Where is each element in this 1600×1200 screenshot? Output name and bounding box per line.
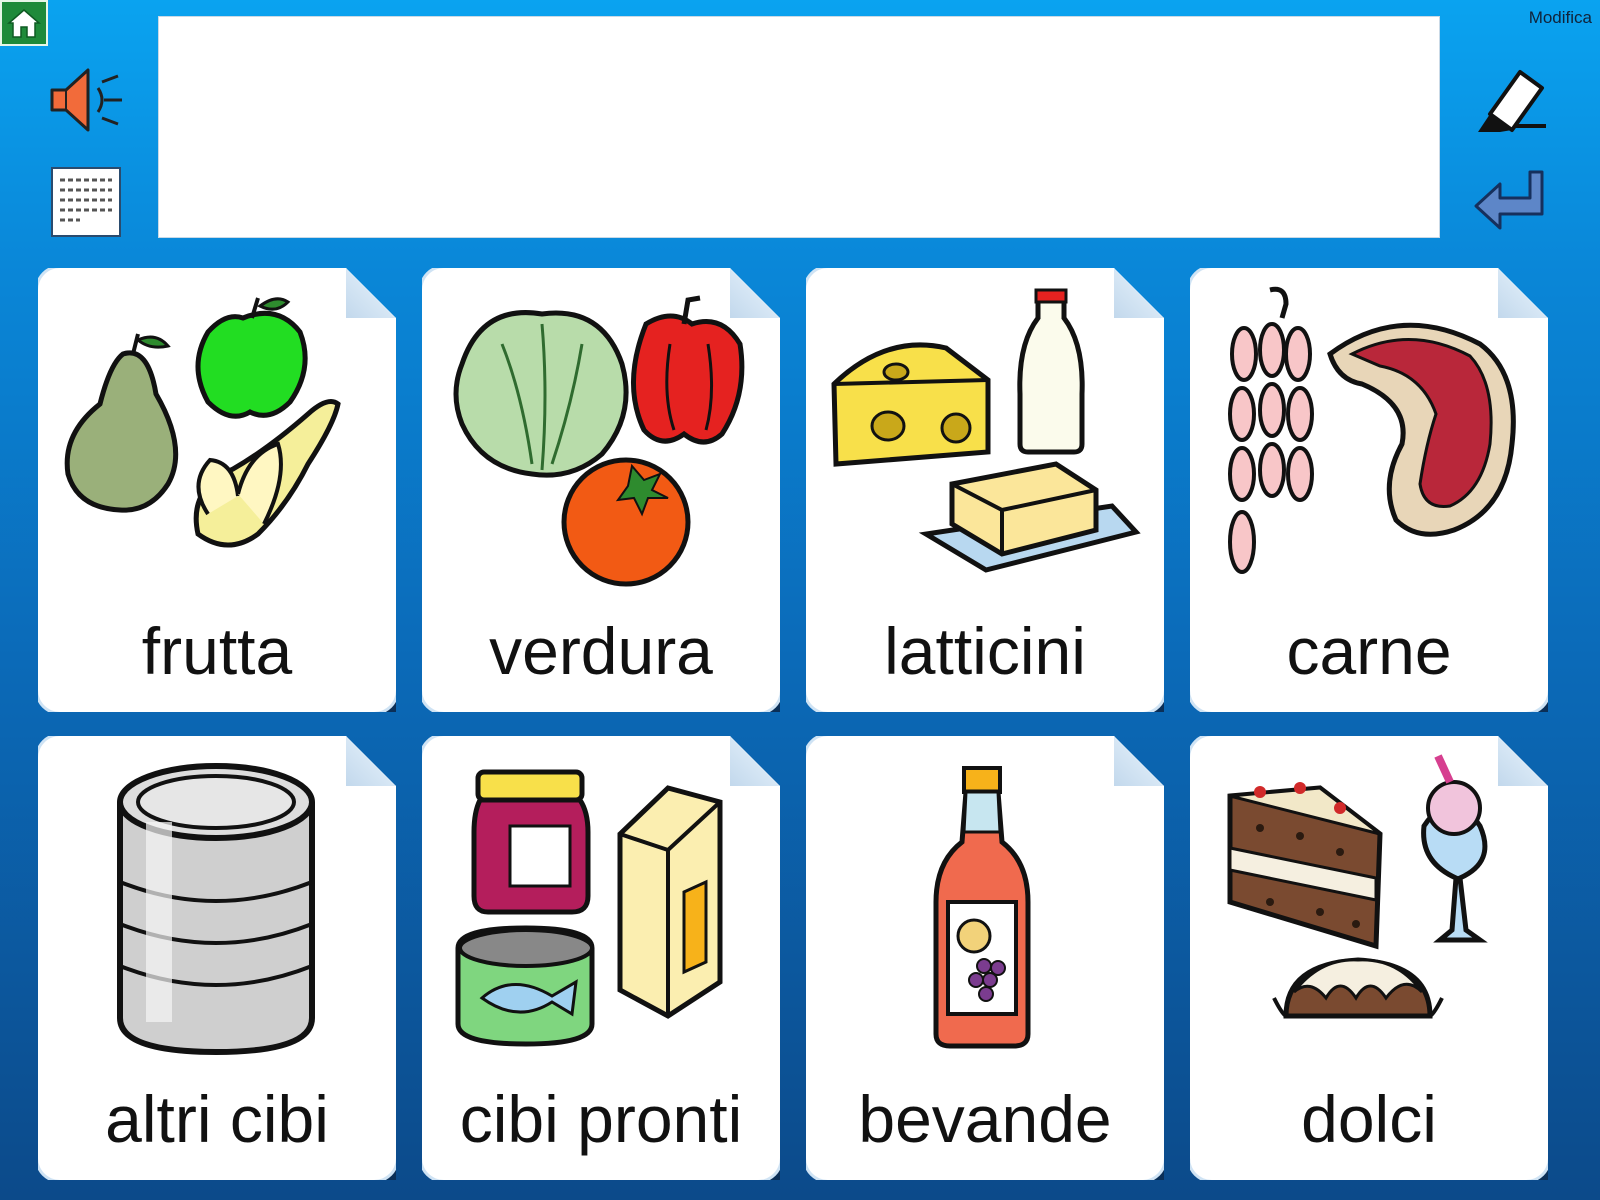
ready-food-icon [422, 752, 780, 1062]
speak-button[interactable] [46, 60, 126, 140]
home-button[interactable] [0, 0, 48, 46]
category-card-frutta[interactable]: frutta [38, 268, 396, 712]
return-arrow-icon [1474, 170, 1544, 230]
category-card-verdura[interactable]: verdura [422, 268, 780, 712]
category-label: verdura [489, 614, 713, 688]
eraser-icon [1478, 70, 1546, 132]
fruit-icon [38, 284, 396, 594]
keyboard-button[interactable] [50, 166, 122, 238]
edit-button[interactable]: Modifica [1529, 8, 1592, 28]
category-label: frutta [141, 614, 293, 688]
category-label: dolci [1301, 1082, 1437, 1156]
enter-button[interactable] [1472, 166, 1550, 238]
vegetables-icon [422, 284, 780, 594]
home-icon [7, 9, 41, 38]
category-card-altri-cibi[interactable]: altri cibi [38, 736, 396, 1180]
message-bar[interactable] [158, 16, 1440, 238]
category-label: bevande [858, 1082, 1112, 1156]
category-label: carne [1286, 614, 1452, 688]
keyboard-icon [51, 167, 121, 237]
sweets-icon [1190, 752, 1548, 1062]
category-card-cibi-pronti[interactable]: cibi pronti [422, 736, 780, 1180]
category-label: latticini [884, 614, 1086, 688]
category-card-bevande[interactable]: bevande [806, 736, 1164, 1180]
clear-button[interactable] [1472, 62, 1550, 140]
bottle-icon [806, 752, 1164, 1062]
can-icon [38, 752, 396, 1062]
category-label: altri cibi [105, 1082, 329, 1156]
speaker-icon [50, 68, 122, 132]
meat-icon [1190, 284, 1548, 594]
category-card-dolci[interactable]: dolci [1190, 736, 1548, 1180]
dairy-icon [806, 284, 1164, 594]
category-card-latticini[interactable]: latticini [806, 268, 1164, 712]
category-label: cibi pronti [459, 1082, 743, 1156]
category-card-carne[interactable]: carne [1190, 268, 1548, 712]
